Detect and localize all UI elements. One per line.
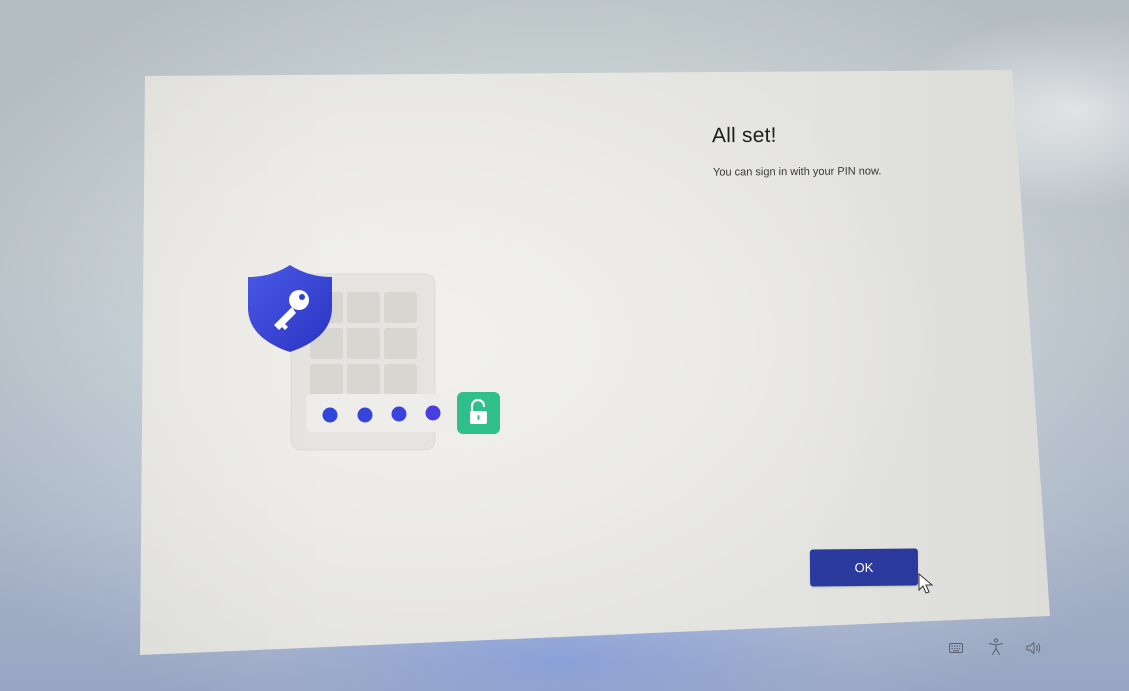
ok-button[interactable]: OK [809, 548, 919, 587]
pin-keypad-icon [290, 273, 436, 451]
pin-illustration [244, 262, 509, 462]
unlocked-padlock-icon [457, 392, 500, 434]
volume-icon[interactable] [1025, 640, 1043, 656]
accessibility-icon[interactable] [988, 638, 1004, 656]
pin-dot-icon [322, 405, 441, 423]
dialog-title: All set! [711, 123, 777, 148]
shield-key-icon [248, 265, 332, 352]
setup-dialog: All set! You can sign in with your PIN n… [140, 70, 1050, 655]
mouse-cursor-icon [918, 573, 934, 594]
keyboard-icon[interactable] [948, 640, 964, 656]
dialog-message: You can sign in with your PIN now. [712, 165, 882, 179]
